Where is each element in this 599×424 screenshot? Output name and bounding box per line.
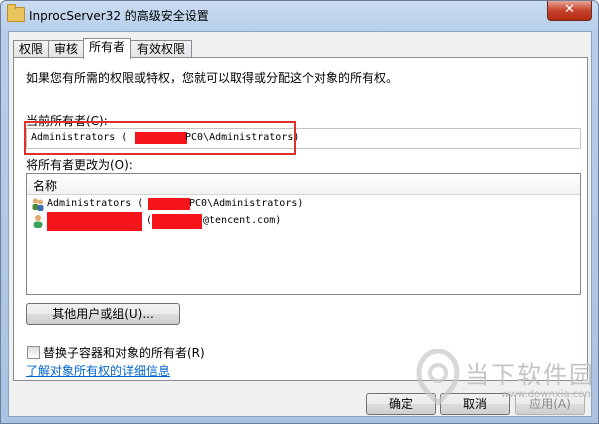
- list-item-prefix: Administrators (: [47, 198, 144, 209]
- replace-owner-label[interactable]: 替换子容器和对象的所有者(R): [43, 344, 205, 361]
- learn-more-link[interactable]: 了解对象所有权的详细信息: [26, 362, 170, 379]
- annotation-highlight-box: [24, 121, 296, 155]
- redaction-block: [148, 198, 190, 210]
- window-title: InprocServer32 的高级安全设置: [29, 9, 209, 23]
- change-owner-label: 将所有者更改为(O):: [26, 158, 133, 172]
- tab-permissions[interactable]: 权限: [13, 40, 49, 58]
- tab-owner[interactable]: 所有者: [83, 38, 131, 59]
- ok-button[interactable]: 确定: [366, 393, 436, 415]
- tab-effective-permissions[interactable]: 有效权限: [130, 40, 192, 58]
- list-item-suffix: @tencent.com): [203, 215, 282, 226]
- intro-text: 如果您有所需的权限或特权，您就可以取得或分配这个对象的所有权。: [26, 71, 399, 85]
- owners-listbox[interactable]: 名称 Administrators ( PC0\Administrators): [26, 173, 581, 295]
- list-item-suffix: PC0\Administrators): [189, 198, 304, 209]
- cancel-button[interactable]: 取消: [440, 393, 510, 415]
- list-item[interactable]: Administrators ( PC0\Administrators): [27, 196, 580, 212]
- apply-button[interactable]: 应用(A): [515, 393, 585, 415]
- group-users-icon: [32, 198, 44, 211]
- redaction-block: [152, 214, 202, 229]
- close-button[interactable]: ✕: [547, 1, 592, 21]
- replace-owner-checkbox[interactable]: [27, 346, 40, 359]
- redaction-block: [47, 212, 142, 231]
- dialog-client-area: 权限 审核 所有者 有效权限 如果您有所需的权限或特权，您就可以取得或分配这个对…: [8, 31, 592, 417]
- owner-tab-panel: 如果您有所需的权限或特权，您就可以取得或分配这个对象的所有权。 当前所有者(C)…: [13, 57, 588, 381]
- column-header-name[interactable]: 名称: [33, 177, 57, 194]
- user-icon: [33, 215, 43, 228]
- title-bar[interactable]: InprocServer32 的高级安全设置 ✕: [1, 1, 598, 29]
- folder-icon: [7, 4, 25, 22]
- list-header: 名称: [27, 174, 580, 195]
- tab-auditing[interactable]: 审核: [48, 40, 84, 58]
- dialog-window: InprocServer32 的高级安全设置 ✕ 权限 审核 所有者 有效权限 …: [0, 0, 599, 424]
- other-users-or-groups-button[interactable]: 其他用户或组(U)...: [26, 303, 180, 325]
- list-item[interactable]: ( @tencent.com): [27, 212, 580, 231]
